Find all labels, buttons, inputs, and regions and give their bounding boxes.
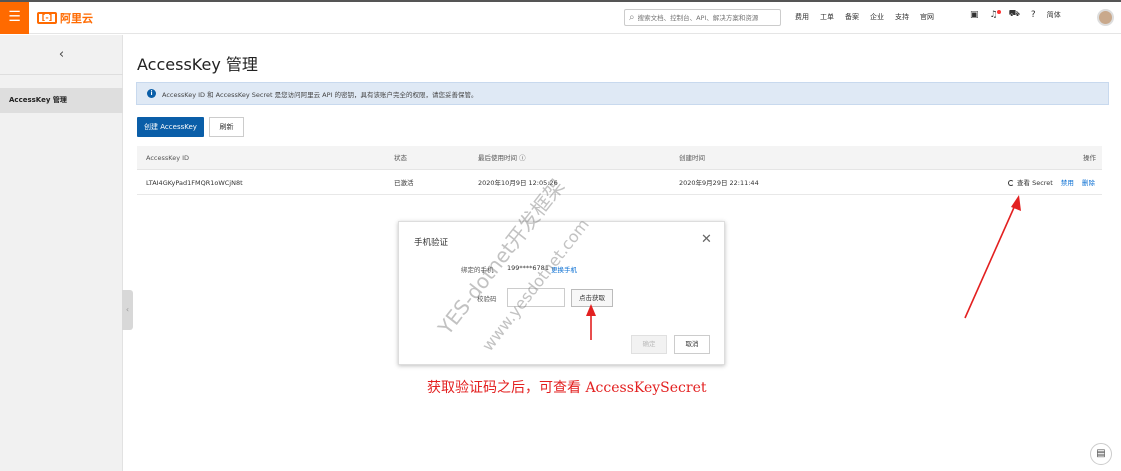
nav-link-tickets[interactable]: 工单	[820, 12, 834, 22]
terminal-icon[interactable]: ▣	[970, 10, 979, 20]
annotation-caption: 获取验证码之后，可查看 AccessKeySecret	[427, 380, 707, 396]
nav-link-enterprise[interactable]: 企业	[870, 12, 884, 22]
top-bar: ☰ [-] 阿里云 ⌕ 费用 工单 备案 企业 支持 官网 ▣ ♫ ⛟ ? 简体	[0, 0, 1121, 34]
brand-name: 阿里云	[60, 12, 93, 25]
avatar[interactable]	[1097, 9, 1114, 26]
header-created: 创建时间	[679, 154, 705, 162]
refresh-button[interactable]: 刷新	[209, 117, 244, 137]
view-secret-link[interactable]: 查看 Secret	[1008, 179, 1053, 187]
nav-link-support[interactable]: 支持	[895, 12, 909, 22]
cancel-button[interactable]: 取消	[674, 335, 710, 354]
search-input[interactable]	[637, 13, 768, 22]
loading-spinner-icon	[1008, 180, 1014, 186]
sidebar-item-accesskey[interactable]: AccessKey 管理	[0, 88, 123, 113]
header-ops: 操作	[1083, 154, 1096, 162]
hamburger-icon: ☰	[8, 9, 21, 25]
help-circle-icon[interactable]: ⓘ	[519, 154, 526, 162]
notice-text: AccessKey ID 和 AccessKey Secret 是您访问阿里云 …	[162, 90, 478, 99]
nav-link-billing[interactable]: 费用	[795, 12, 809, 22]
sidebar: ‹ AccessKey 管理	[0, 35, 123, 471]
hamburger-menu-button[interactable]: ☰	[0, 2, 29, 34]
cell-created: 2020年9月29日 22:11:44	[679, 179, 759, 187]
help-icon[interactable]: ?	[1031, 10, 1036, 20]
arrow-to-view-secret	[964, 195, 1021, 319]
get-code-button[interactable]: 点击获取	[571, 289, 613, 307]
page-title: AccessKey 管理	[137, 55, 258, 74]
info-icon: i	[147, 89, 156, 98]
chevron-left-icon: ‹	[125, 305, 130, 314]
cell-ops: 查看 Secret 禁用 删除	[1008, 171, 1095, 195]
close-icon[interactable]: ✕	[701, 233, 712, 246]
info-notice: i AccessKey ID 和 AccessKey Secret 是您访问阿里…	[136, 82, 1109, 105]
nav-link-filing[interactable]: 备案	[845, 12, 859, 22]
header-accesskey-id: AccessKey ID	[146, 154, 190, 162]
brand-logo[interactable]: [-] 阿里云	[37, 11, 93, 25]
chat-icon[interactable]: ▤	[1090, 443, 1112, 465]
delete-link[interactable]: 删除	[1082, 179, 1095, 187]
sidebar-back-button[interactable]: ‹	[0, 35, 123, 75]
cell-accesskey-id: LTAI4GKyPad1FMQR1oWCjN8t	[146, 179, 243, 187]
search-box[interactable]: ⌕	[624, 9, 781, 26]
search-icon: ⌕	[629, 12, 635, 23]
create-accesskey-button[interactable]: 创建 AccessKey	[137, 117, 204, 137]
cell-status: 已激活	[394, 179, 414, 187]
top-nav-links: 费用 工单 备案 企业 支持 官网	[795, 12, 945, 22]
sidebar-collapse-handle[interactable]: ‹	[122, 290, 133, 330]
confirm-button[interactable]: 确定	[631, 335, 667, 354]
view-secret-label: 查看 Secret	[1017, 179, 1053, 187]
brand-mark-icon: [-]	[37, 12, 57, 24]
dialog-title: 手机验证	[414, 238, 449, 248]
nav-link-official-site[interactable]: 官网	[920, 12, 934, 22]
header-last-used: 最后使用时间 ⓘ	[478, 146, 526, 170]
bell-icon[interactable]: ♫	[990, 9, 1001, 20]
disable-link[interactable]: 禁用	[1061, 179, 1074, 187]
language-switch[interactable]: 简体	[1047, 10, 1061, 20]
table-header: AccessKey ID 状态 最后使用时间 ⓘ 创建时间 操作	[137, 146, 1102, 170]
table-row: LTAI4GKyPad1FMQR1oWCjN8t 已激活 2020年10月9日 …	[137, 171, 1102, 195]
top-icons: ▣ ♫ ⛟ ? 简体	[970, 9, 1072, 20]
header-status: 状态	[394, 154, 407, 162]
cart-icon[interactable]: ⛟	[1009, 9, 1020, 20]
header-last-used-label: 最后使用时间	[478, 154, 517, 162]
